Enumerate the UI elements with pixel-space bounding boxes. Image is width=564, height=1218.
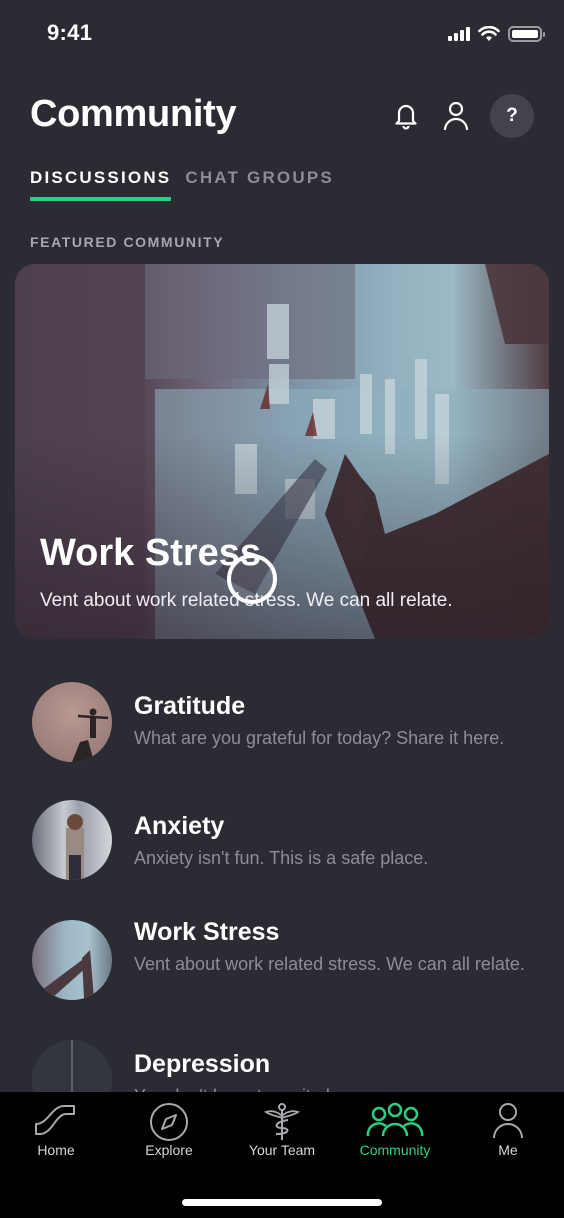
- page-title: Community: [30, 93, 237, 135]
- wifi-icon: [478, 26, 500, 41]
- help-button[interactable]: ?: [490, 94, 534, 138]
- tabbar-label: Your Team: [248, 1142, 316, 1158]
- avatar: [32, 920, 112, 1000]
- tabbar-item-your-team[interactable]: Your Team: [226, 1102, 338, 1158]
- person-icon: [493, 1103, 523, 1139]
- tabbar-label: Community: [359, 1142, 431, 1158]
- segment-tabs: DISCUSSIONS CHAT GROUPS: [30, 168, 334, 201]
- tabbar-item-explore[interactable]: Explore: [113, 1102, 225, 1158]
- list-item-text: Anxiety Anxiety isn't fun. This is a saf…: [134, 812, 528, 870]
- list-item-title: Anxiety: [134, 812, 225, 840]
- list-item-title: Gratitude: [134, 692, 246, 720]
- list-item-text: Work Stress Vent about work related stre…: [134, 918, 528, 976]
- community-list: Gratitude What are you grateful for toda…: [0, 680, 564, 1092]
- person-icon: [443, 101, 469, 131]
- list-item-title: Depression: [134, 1050, 271, 1078]
- home-slide-icon: [35, 1105, 75, 1135]
- bell-icon: [395, 104, 417, 130]
- avatar: [32, 800, 112, 880]
- list-item-description: What are you grateful for today? Share i…: [134, 728, 505, 748]
- tab-discussions[interactable]: DISCUSSIONS: [30, 168, 172, 201]
- tabbar-label: Explore: [145, 1142, 193, 1158]
- featured-overlay: [15, 264, 549, 639]
- featured-community-card[interactable]: Work Stress Vent about work related stre…: [15, 264, 549, 639]
- battery-icon: [508, 26, 545, 42]
- anxiety-image: [66, 814, 84, 880]
- avatar: [32, 1040, 112, 1092]
- page-header: Community ?: [30, 88, 534, 148]
- list-item-description: You don't have to go it alone.: [134, 1085, 528, 1092]
- list-item-description: Anxiety isn't fun. This is a safe place.: [134, 848, 429, 868]
- list-item[interactable]: Gratitude What are you grateful for toda…: [0, 680, 564, 780]
- gratitude-image: [72, 708, 109, 762]
- status-icons: [448, 26, 545, 42]
- bottom-tab-bar: Home Explore Your Team Community Me: [0, 1092, 564, 1218]
- featured-section-label: FEATURED COMMUNITY: [30, 234, 225, 250]
- touch-indicator: [227, 554, 277, 604]
- caduceus-icon: [263, 1103, 301, 1140]
- home-indicator[interactable]: [182, 1199, 382, 1206]
- compass-icon: [150, 1103, 188, 1141]
- notifications-button[interactable]: [390, 100, 422, 132]
- list-item-title: Work Stress: [134, 918, 280, 946]
- list-item[interactable]: Depression You don't have to go it alone…: [0, 1040, 564, 1092]
- status-bar: 9:41: [0, 0, 564, 70]
- tabbar-label: Me: [498, 1142, 518, 1158]
- list-item[interactable]: Anxiety Anxiety isn't fun. This is a saf…: [0, 800, 564, 900]
- tabbar-label: Home: [37, 1142, 75, 1158]
- list-item[interactable]: Work Stress Vent about work related stre…: [0, 918, 564, 1020]
- list-item-text: Gratitude What are you grateful for toda…: [134, 692, 528, 750]
- status-time: 9:41: [47, 20, 93, 45]
- tabbar-item-me[interactable]: Me: [452, 1102, 564, 1158]
- tabbar-item-home[interactable]: Home: [0, 1102, 112, 1158]
- tabbar-item-community[interactable]: Community: [339, 1102, 451, 1158]
- header-actions: ?: [390, 94, 534, 138]
- community-icon: [366, 1102, 424, 1137]
- tab-chat-groups[interactable]: CHAT GROUPS: [185, 168, 334, 201]
- avatar: [32, 682, 112, 762]
- work-stress-image: [42, 950, 94, 998]
- list-item-text: Depression You don't have to go it alone…: [134, 1050, 528, 1092]
- list-item-description: Vent about work related stress. We can a…: [134, 954, 525, 974]
- profile-button[interactable]: [440, 100, 472, 132]
- cellular-signal-icon: [448, 27, 470, 41]
- depression-image: [71, 1040, 73, 1092]
